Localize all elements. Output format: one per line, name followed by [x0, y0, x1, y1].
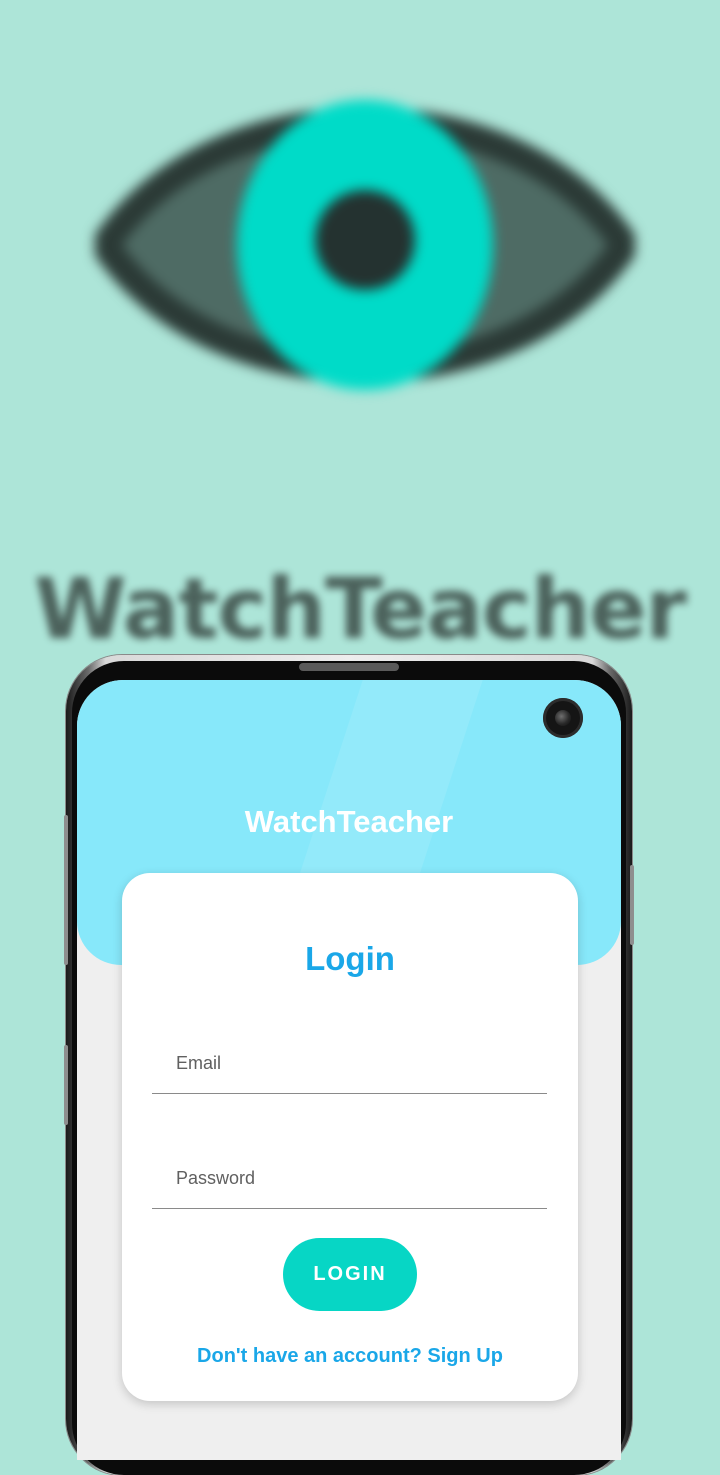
phone-power-button	[630, 865, 634, 945]
phone-volume-button	[64, 815, 68, 965]
app-title: WatchTeacher	[244, 804, 454, 839]
camera-lens	[555, 710, 571, 726]
signup-link[interactable]: Don't have an account? Sign Up	[122, 1345, 578, 1368]
password-field[interactable]	[152, 1148, 547, 1208]
login-button[interactable]: LOGIN	[283, 1238, 417, 1311]
phone-speaker	[299, 663, 399, 671]
front-camera-icon	[543, 698, 583, 738]
email-field[interactable]	[152, 1033, 547, 1093]
background-brand-text: WatchTeacher	[34, 560, 687, 658]
phone-bixby-button	[64, 1045, 68, 1125]
email-field-container	[152, 1033, 547, 1094]
login-card: Login LOGIN Don't have an account? Sign …	[122, 873, 578, 1401]
app-screen: WatchTeacher Login LOGIN Don't have an a…	[77, 680, 621, 1460]
password-field-container	[152, 1148, 547, 1209]
login-heading: Login	[305, 940, 395, 977]
eye-logo-icon	[95, 100, 635, 390]
